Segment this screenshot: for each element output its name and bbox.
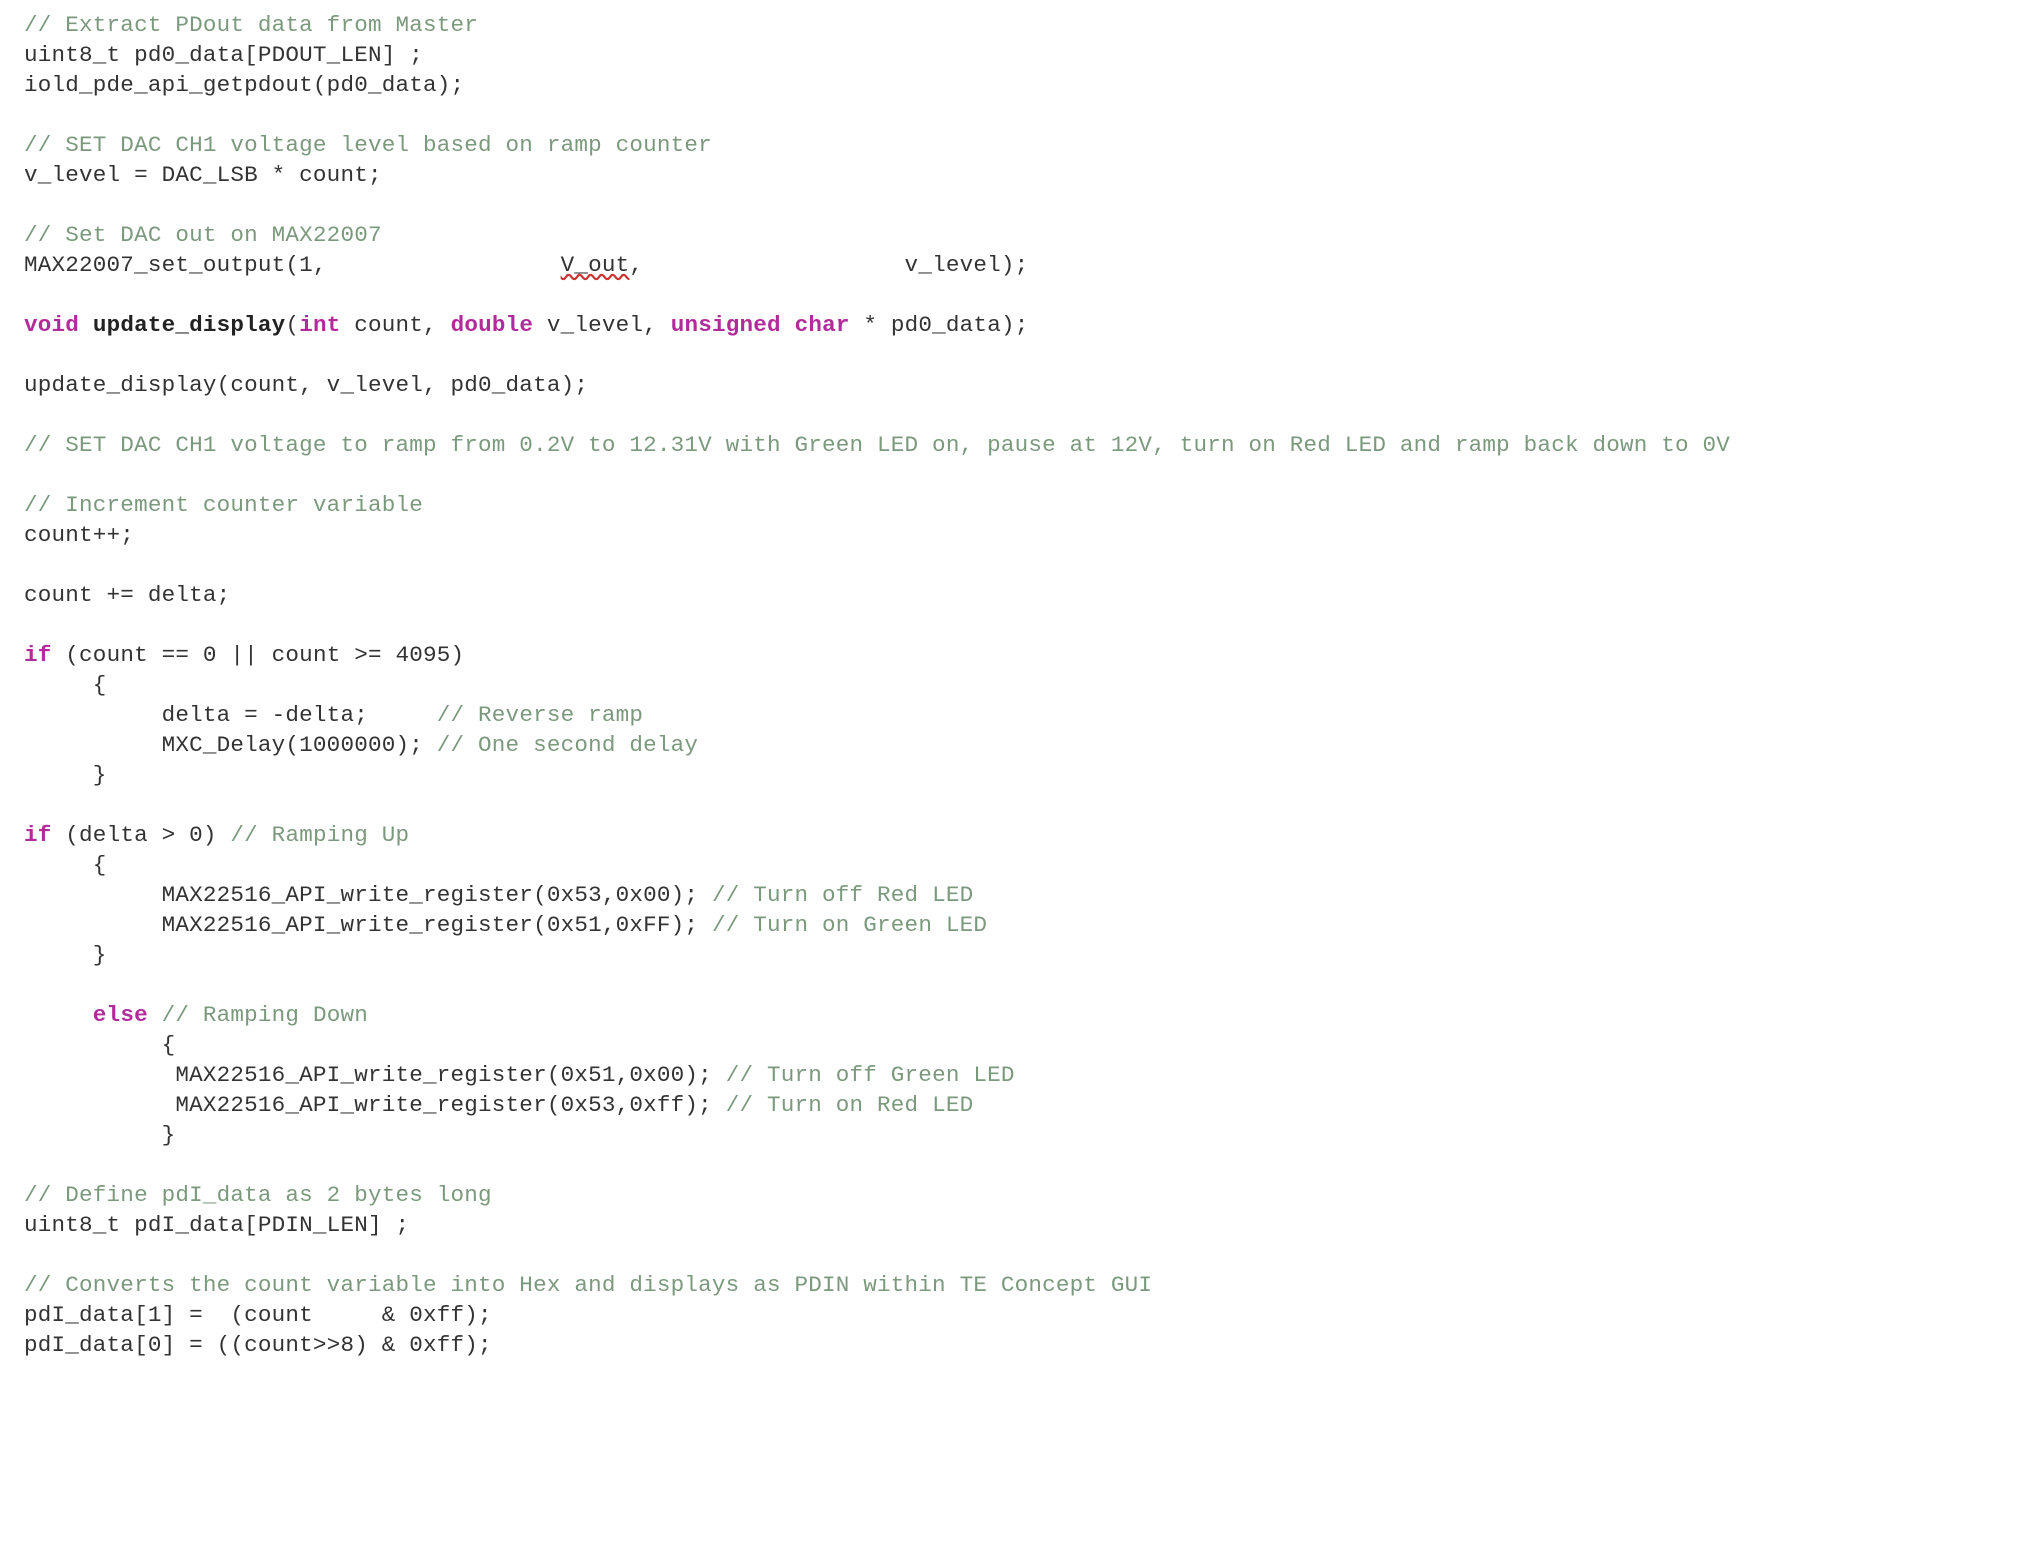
space bbox=[781, 312, 795, 338]
code-line: MAX22516_API_write_register(0x53,0xff); bbox=[24, 1092, 726, 1118]
code-line: count++; bbox=[24, 522, 134, 548]
comment: // Turn on Green LED bbox=[712, 912, 987, 938]
code-line: count, bbox=[340, 312, 450, 338]
space bbox=[79, 312, 93, 338]
comment: // Turn off Green LED bbox=[726, 1062, 1015, 1088]
comment: // Set DAC out on MAX22007 bbox=[24, 222, 382, 248]
comment: // Converts the count variable into Hex … bbox=[24, 1272, 1152, 1298]
keyword: if bbox=[24, 822, 52, 848]
code-line: { bbox=[24, 1032, 175, 1058]
code-line: MAX22516_API_write_register(0x53,0x00); bbox=[24, 882, 712, 908]
code-line: delta = -delta; bbox=[24, 702, 437, 728]
comment: // Extract PDout data from Master bbox=[24, 12, 478, 38]
keyword: unsigned bbox=[671, 312, 781, 338]
code-line: { bbox=[24, 672, 107, 698]
code-line: MAX22516_API_write_register(0x51,0xFF); bbox=[24, 912, 712, 938]
code-line: iold_pde_api_getpdout(pd0_data); bbox=[24, 72, 464, 98]
code-block: // Extract PDout data from Master uint8_… bbox=[0, 0, 2038, 1360]
comment: // Turn off Red LED bbox=[712, 882, 973, 908]
function-name: update_display bbox=[93, 312, 286, 338]
code-line bbox=[24, 1002, 93, 1028]
keyword: char bbox=[795, 312, 850, 338]
code-line: * pd0_data); bbox=[850, 312, 1029, 338]
keyword: double bbox=[451, 312, 534, 338]
comment: // Turn on Red LED bbox=[726, 1092, 974, 1118]
comment: // One second delay bbox=[437, 732, 698, 758]
comment: // Increment counter variable bbox=[24, 492, 423, 518]
code-line: v_level = DAC_LSB * count; bbox=[24, 162, 382, 188]
code-line: update_display(count, v_level, pd0_data)… bbox=[24, 372, 588, 398]
code-line: MAX22516_API_write_register(0x51,0x00); bbox=[24, 1062, 726, 1088]
code-line: (delta > 0) bbox=[52, 822, 231, 848]
keyword: int bbox=[299, 312, 340, 338]
code-line: uint8_t pdI_data[PDIN_LEN] ; bbox=[24, 1212, 409, 1238]
code-line: v_level, bbox=[533, 312, 671, 338]
code-line: } bbox=[24, 942, 107, 968]
code-line: count += delta; bbox=[24, 582, 230, 608]
comment: // Ramping Down bbox=[162, 1002, 368, 1028]
keyword: if bbox=[24, 642, 52, 668]
code-line bbox=[148, 1002, 162, 1028]
code-line: pdI_data[0] = ((count>>8) & 0xff); bbox=[24, 1332, 492, 1358]
code-line: ( bbox=[285, 312, 299, 338]
code-line: MXC_Delay(1000000); bbox=[24, 732, 437, 758]
comment: // Reverse ramp bbox=[437, 702, 643, 728]
wavy-underline-text: V_out bbox=[561, 252, 630, 278]
code-line: { bbox=[24, 852, 107, 878]
code-line: uint8_t pd0_data[PDOUT_LEN] ; bbox=[24, 42, 423, 68]
code-line: } bbox=[24, 762, 107, 788]
code-line: } bbox=[24, 1122, 175, 1148]
code-line: , v_level); bbox=[629, 252, 1028, 278]
comment: // SET DAC CH1 voltage level based on ra… bbox=[24, 132, 712, 158]
code-line: MAX22007_set_output(1, bbox=[24, 252, 561, 278]
comment: // SET DAC CH1 voltage to ramp from 0.2V… bbox=[24, 432, 1730, 458]
keyword: void bbox=[24, 312, 79, 338]
comment: // Define pdI_data as 2 bytes long bbox=[24, 1182, 492, 1208]
code-line: (count == 0 || count >= 4095) bbox=[52, 642, 465, 668]
code-line: pdI_data[1] = (count & 0xff); bbox=[24, 1302, 492, 1328]
keyword: else bbox=[93, 1002, 148, 1028]
comment: // Ramping Up bbox=[230, 822, 409, 848]
